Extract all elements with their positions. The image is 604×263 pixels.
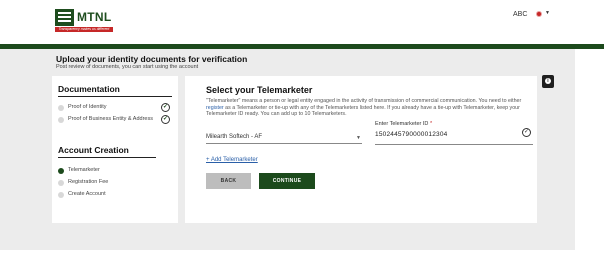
section-divider <box>58 157 156 158</box>
step-label: Telemarketer <box>68 167 100 173</box>
telemarketer-id-field[interactable]: Enter Telemarketer ID * 1502445790000012… <box>375 121 533 145</box>
logo-text: MTNL <box>77 10 112 24</box>
step-dot <box>58 180 64 186</box>
logo-tagline: Transparency makes us different <box>55 27 113 32</box>
step-proof-of-business[interactable]: Proof of Business Entity & Address ✓ <box>58 115 176 125</box>
chevron-down-icon: ▼ <box>356 135 361 141</box>
step-registration-fee[interactable]: Registration Fee <box>58 178 176 188</box>
account-creation-title: Account Creation <box>58 145 129 155</box>
step-label: Registration Fee <box>68 179 109 185</box>
page-subtitle: Post review of documents, you can start … <box>56 64 199 70</box>
continue-button[interactable]: CONTINUE <box>259 173 315 189</box>
mtnl-logo[interactable]: MTNL Transparency makes us different <box>55 9 115 33</box>
card-title: Select your Telemarketer <box>206 85 313 95</box>
step-dot <box>58 192 64 198</box>
add-telemarketer-link[interactable]: + Add Telemarketer <box>206 157 258 163</box>
section-divider <box>58 96 172 97</box>
telemarketer-select[interactable]: Milearth Softech - AF ▼ <box>206 132 362 144</box>
step-label: Proof of Identity <box>68 104 107 110</box>
page-title: Upload your identity documents for verif… <box>56 54 248 64</box>
telemarketer-id-label: Enter Telemarketer ID * <box>375 121 433 127</box>
back-button[interactable]: BACK <box>206 173 251 189</box>
telemarketer-id-value: 1502445790000012304 <box>375 131 448 138</box>
flag-icon <box>536 11 542 17</box>
step-dot <box>58 105 64 111</box>
caret-down-icon: ▼ <box>545 10 550 16</box>
header: MTNL Transparency makes us different ABC… <box>0 0 604 44</box>
right-margin <box>575 49 604 263</box>
step-create-account[interactable]: Create Account <box>58 190 176 200</box>
step-label: Create Account <box>68 191 106 197</box>
progress-sidebar: Documentation Proof of Identity ✓ Proof … <box>52 76 178 223</box>
logo-mark-icon <box>55 9 74 26</box>
check-circle-icon: ✓ <box>161 115 170 124</box>
check-circle-icon: ✓ <box>161 103 170 112</box>
step-telemarketer[interactable]: Telemarketer <box>58 166 176 176</box>
step-proof-of-identity[interactable]: Proof of Identity ✓ <box>58 103 176 113</box>
bottom-margin <box>0 250 604 263</box>
step-dot <box>58 117 64 123</box>
register-link[interactable]: register <box>206 105 224 111</box>
check-circle-icon: ✓ <box>522 128 531 137</box>
step-label: Proof of Business Entity & Address <box>68 116 153 122</box>
telemarketer-card: Select your Telemarketer "Telemarketer" … <box>185 76 537 223</box>
language-menu[interactable]: ▼ <box>536 9 552 21</box>
documentation-title: Documentation <box>58 84 120 94</box>
user-name[interactable]: ABC <box>513 11 527 18</box>
step-dot-active <box>58 168 64 174</box>
telemarketer-select-value: Milearth Softech - AF <box>206 134 263 140</box>
card-description: "Telemarketer" means a person or legal e… <box>206 98 522 117</box>
info-icon[interactable]: i <box>542 75 554 88</box>
